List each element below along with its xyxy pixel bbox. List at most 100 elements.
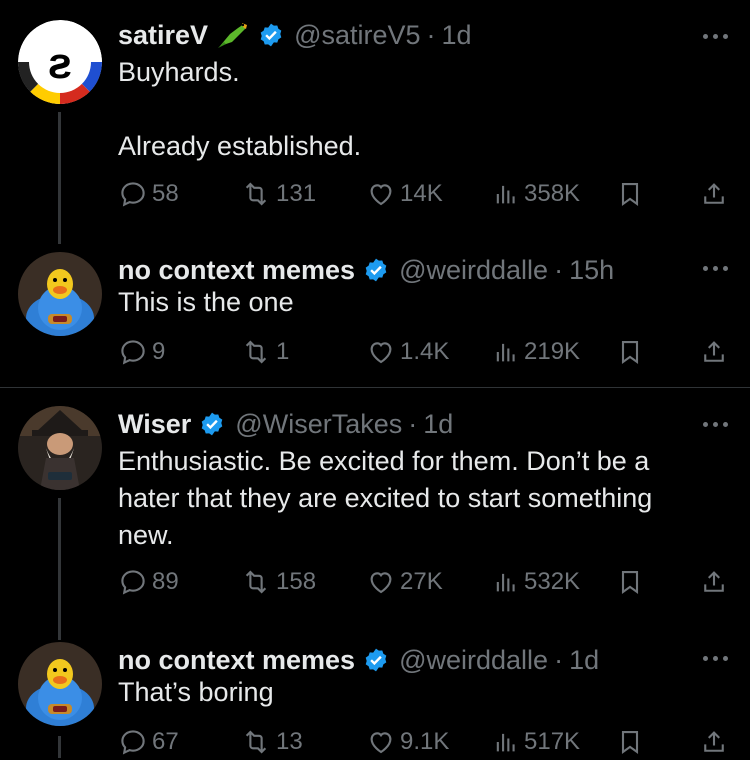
thread-line <box>58 112 61 244</box>
like-count: 14K <box>400 180 443 207</box>
avatar[interactable]: ƨ <box>18 20 102 104</box>
reply-icon <box>121 340 145 365</box>
author-name[interactable]: no context memes <box>118 255 355 286</box>
tweet-text-line: new. <box>118 520 174 550</box>
action-bar: 89 158 27K 532K <box>118 564 730 600</box>
bookmark-icon <box>621 731 639 754</box>
author-handle[interactable]: @WiserTakes <box>235 409 402 440</box>
views-button[interactable]: 532K <box>492 564 580 600</box>
views-icon <box>496 185 515 204</box>
views-icon <box>496 343 515 362</box>
like-button[interactable]: 9.1K <box>366 724 449 760</box>
bookmark-icon <box>621 183 639 206</box>
avatar[interactable] <box>18 642 102 726</box>
repost-count: 13 <box>276 728 303 755</box>
author-name[interactable]: no context memes <box>118 645 355 676</box>
share-icon <box>704 571 724 592</box>
views-count: 358K <box>524 180 581 207</box>
heart-icon <box>370 184 392 206</box>
share-button[interactable] <box>700 564 728 600</box>
author-name[interactable]: Wiser <box>118 409 191 440</box>
views-button[interactable]: 517K <box>492 724 580 760</box>
views-button[interactable]: 219K <box>492 334 580 370</box>
tweet[interactable]: ƨ satireV @satireV5 · 1d Buyhards. Alrea… <box>0 0 750 250</box>
more-options-icon[interactable] <box>703 656 728 661</box>
timestamp[interactable]: 15h <box>569 255 614 286</box>
verified-badge-icon <box>199 411 225 437</box>
author-name[interactable]: satireV <box>118 20 208 51</box>
author-handle[interactable]: @weirddalle <box>399 255 548 286</box>
timestamp[interactable]: 1d <box>442 20 472 51</box>
avatar[interactable] <box>18 406 102 490</box>
verified-badge-icon <box>258 22 284 48</box>
tweet[interactable]: no context memes @weirddalle · 15h This … <box>0 250 750 387</box>
like-button[interactable]: 1.4K <box>366 334 449 370</box>
repost-icon <box>245 730 267 754</box>
reply-button[interactable]: 58 <box>118 176 179 212</box>
reply-button[interactable]: 89 <box>118 564 179 600</box>
repost-button[interactable]: 158 <box>240 564 316 600</box>
views-icon <box>496 733 515 752</box>
bookmark-button[interactable] <box>616 564 644 600</box>
share-button[interactable] <box>700 176 728 212</box>
reply-button[interactable]: 9 <box>118 334 165 370</box>
repost-count: 158 <box>276 568 317 595</box>
tweet[interactable]: no context memes @weirddalle · 1d That’s… <box>0 640 750 758</box>
repost-count: 131 <box>276 180 317 207</box>
reply-count: 9 <box>152 338 166 365</box>
tweet-text-line <box>118 91 718 128</box>
separator-dot: · <box>554 254 564 285</box>
timestamp[interactable]: 1d <box>569 645 599 676</box>
like-count: 1.4K <box>400 338 450 365</box>
repost-button[interactable]: 13 <box>240 724 303 760</box>
repost-icon <box>245 570 267 594</box>
timestamp[interactable]: 1d <box>423 409 453 440</box>
action-bar: 58 131 14K 358K <box>118 176 730 212</box>
heart-icon <box>370 732 392 754</box>
heart-icon <box>370 342 392 364</box>
like-button[interactable]: 27K <box>366 564 443 600</box>
views-count: 532K <box>524 568 581 595</box>
bookmark-button[interactable] <box>616 176 644 212</box>
share-icon <box>704 731 724 752</box>
views-count: 219K <box>524 338 581 365</box>
heart-icon <box>370 572 392 594</box>
avatar[interactable] <box>18 252 102 336</box>
like-button[interactable]: 14K <box>366 176 443 212</box>
bookmark-button[interactable] <box>616 724 644 760</box>
tweet[interactable]: Wiser @WiserTakes · 1d Enthusiastic. Be … <box>0 388 750 640</box>
separator-dot: · <box>554 644 564 675</box>
thread-line <box>58 498 61 640</box>
repost-icon <box>245 182 267 206</box>
reply-icon <box>121 570 145 595</box>
separator-dot: · <box>426 19 436 50</box>
more-options-icon[interactable] <box>703 34 728 39</box>
tweet-text-line: Already established. <box>118 131 362 161</box>
author-handle[interactable]: @satireV5 <box>294 20 420 51</box>
share-button[interactable] <box>700 724 728 760</box>
thread-line <box>58 736 61 758</box>
repost-button[interactable]: 1 <box>240 334 289 370</box>
views-button[interactable]: 358K <box>492 176 580 212</box>
bookmark-icon <box>621 341 639 364</box>
more-options-icon[interactable] <box>703 266 728 271</box>
repost-count: 1 <box>276 338 290 365</box>
tweet-text: Buyhards. Already established. <box>118 54 718 165</box>
like-count: 9.1K <box>400 728 450 755</box>
reply-button[interactable]: 67 <box>118 724 179 760</box>
separator-dot: · <box>408 408 418 439</box>
action-bar: 9 1 1.4K 219K <box>118 334 730 370</box>
share-button[interactable] <box>700 334 728 370</box>
bookmark-button[interactable] <box>616 334 644 370</box>
author-handle[interactable]: @weirddalle <box>399 645 548 676</box>
parrot-emoji-icon <box>216 20 250 50</box>
repost-button[interactable]: 131 <box>240 176 316 212</box>
reply-count: 89 <box>152 568 179 595</box>
tweet-text-line: Enthusiastic. Be excited for them. Don’t… <box>118 446 650 476</box>
tweet-text-line: Buyhards. <box>118 57 240 87</box>
reply-icon <box>121 182 145 207</box>
reply-count: 67 <box>152 728 179 755</box>
like-count: 27K <box>400 568 443 595</box>
more-options-icon[interactable] <box>703 422 728 427</box>
share-icon <box>704 183 724 204</box>
